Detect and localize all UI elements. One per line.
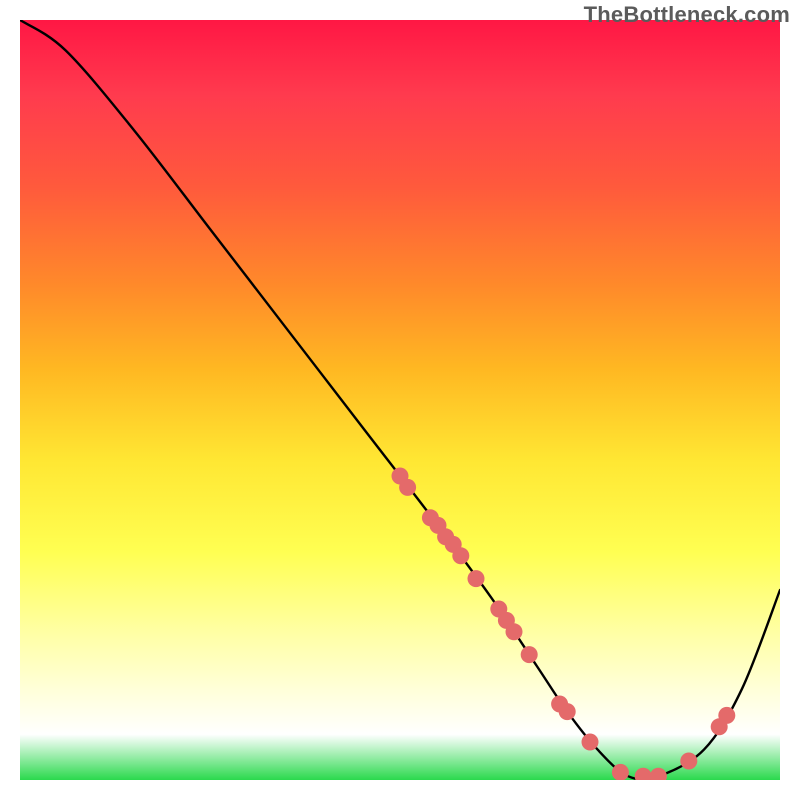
data-marker: [582, 734, 599, 751]
plot-area: [20, 20, 780, 780]
watermark-label: TheBottleneck.com: [584, 2, 790, 28]
data-markers: [392, 468, 736, 781]
data-marker: [399, 479, 416, 496]
bottleneck-curve-line: [20, 20, 780, 780]
data-marker: [521, 646, 538, 663]
data-marker: [718, 707, 735, 724]
data-marker: [680, 753, 697, 770]
data-marker: [650, 768, 667, 780]
curve-svg: [20, 20, 780, 780]
data-marker: [468, 570, 485, 587]
data-marker: [559, 703, 576, 720]
chart-stage: TheBottleneck.com: [0, 0, 800, 800]
data-marker: [635, 768, 652, 780]
data-marker: [506, 623, 523, 640]
data-marker: [452, 547, 469, 564]
